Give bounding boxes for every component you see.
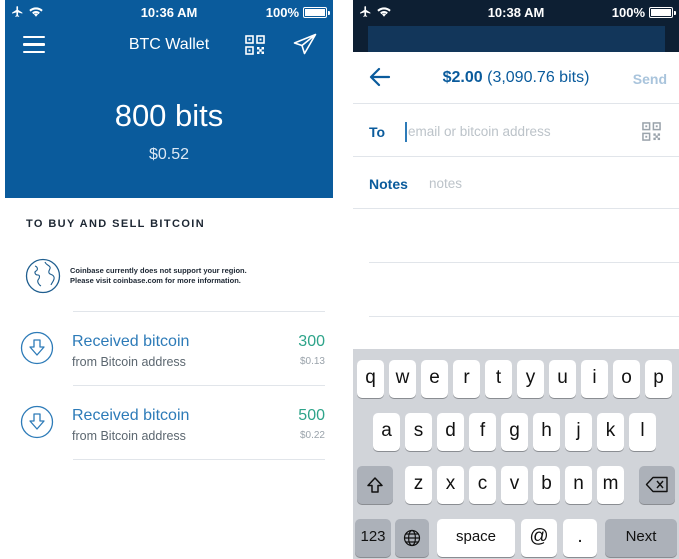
dot-key[interactable]: . [563,519,597,557]
text-cursor [405,122,407,142]
key-f[interactable]: f [469,413,496,451]
balance-bits: 800 bits [114,98,224,133]
qr-code-icon[interactable] [245,35,265,55]
region-notice-line2: Please visit coinbase.com for more infor… [70,276,241,285]
transaction-usd: $0.22 [299,430,325,441]
transaction-subtitle: from Bitcoin address [72,429,186,443]
key-z[interactable]: z [405,466,432,504]
divider [369,316,679,317]
key-j[interactable]: j [565,413,592,451]
key-a[interactable]: a [373,413,400,451]
keyboard-row-3: z x c v b n m [353,466,679,506]
keyboard: q w e r t y u i o p a s d f g h j k l z … [353,349,679,559]
key-p[interactable]: p [645,360,672,398]
key-n[interactable]: n [565,466,592,504]
space-key[interactable]: space [437,519,515,557]
to-address-input[interactable] [408,117,628,145]
battery-percent: 100% [265,5,299,20]
key-c[interactable]: c [469,466,496,504]
battery-icon [649,7,676,18]
background-bar [368,26,665,52]
send-header: $2.00 (3,090.76 bits) Send [353,52,679,104]
send-button[interactable]: Send [633,71,667,87]
key-e[interactable]: e [421,360,448,398]
key-s[interactable]: s [405,413,432,451]
key-u[interactable]: u [549,360,576,398]
transaction-amount: 300 [298,333,325,350]
globe-icon [403,529,421,547]
region-notice-text: Coinbase currently does not support your… [70,266,247,286]
divider [369,262,679,263]
backspace-icon [645,476,668,493]
transaction-title: Received bitcoin [72,333,190,350]
wallet-nav-bar: BTC Wallet [5,30,333,60]
divider [73,385,325,386]
region-notice: Coinbase currently does not support your… [25,258,325,296]
key-b[interactable]: b [533,466,560,504]
send-screen: 10:38 AM 100% $2.00 (3,090.76 bits) Send… [353,0,679,559]
key-x[interactable]: x [437,466,464,504]
shift-key[interactable] [357,466,393,504]
keyboard-row-4: 123 space @ . Next [353,519,679,559]
notes-input[interactable] [429,169,649,197]
key-d[interactable]: d [437,413,464,451]
key-h[interactable]: h [533,413,560,451]
region-notice-line1: Coinbase currently does not support your… [70,266,247,275]
qr-scan-icon[interactable] [642,122,661,141]
send-amount: $2.00 (3,090.76 bits) [353,69,679,87]
status-bar: 10:36 AM 100% [5,0,333,26]
divider [73,311,325,312]
battery-icon [303,7,330,18]
key-t[interactable]: t [485,360,512,398]
globe-key[interactable] [395,519,429,557]
receive-icon [20,405,54,439]
keyboard-row-2: a s d f g h j k l [353,413,679,453]
wallet-screen: 10:36 AM 100% BTC Wallet 800 bits $0.52 … [5,0,333,559]
balance-usd: $0.52 [148,146,190,163]
key-k[interactable]: k [597,413,624,451]
wallet-header: 10:36 AM 100% BTC Wallet 800 bits $0.52 [5,0,333,198]
wallet-title: BTC Wallet [128,36,210,53]
transaction-usd: $0.13 [299,356,325,367]
key-r[interactable]: r [453,360,480,398]
transaction-amount: 500 [298,407,325,424]
key-g[interactable]: g [501,413,528,451]
transaction-row[interactable]: Received bitcoin from Bitcoin address 50… [20,387,325,459]
key-y[interactable]: y [517,360,544,398]
shift-icon [367,477,383,493]
divider [73,459,325,460]
to-field-row: To [353,105,679,157]
receive-icon [20,331,54,365]
key-v[interactable]: v [501,466,528,504]
at-key[interactable]: @ [521,519,557,557]
battery-percent: 100% [611,5,645,20]
key-w[interactable]: w [389,360,416,398]
transaction-row[interactable]: Received bitcoin from Bitcoin address 30… [20,313,325,385]
buy-sell-heading: TO BUY AND SELL BITCOIN [26,218,206,230]
key-l[interactable]: l [629,413,656,451]
send-amount-usd: $2.00 [442,69,483,86]
notes-field-row: Notes [353,157,679,209]
top-bar: 10:38 AM 100% [353,0,679,52]
transaction-title: Received bitcoin [72,407,190,424]
keyboard-row-1: q w e r t y u i o p [353,360,679,400]
numbers-key[interactable]: 123 [355,519,391,557]
status-bar: 10:38 AM 100% [353,0,679,26]
next-key[interactable]: Next [605,519,677,557]
to-label: To [369,124,386,140]
key-q[interactable]: q [357,360,384,398]
delete-key[interactable] [639,466,675,504]
send-icon[interactable] [293,33,317,55]
key-m[interactable]: m [597,466,624,504]
globe-icon [25,258,61,294]
key-o[interactable]: o [613,360,640,398]
battery-status: 100% [265,5,330,20]
transaction-subtitle: from Bitcoin address [72,355,186,369]
battery-status: 100% [611,5,676,20]
send-amount-bits: (3,090.76 bits) [487,69,590,86]
key-i[interactable]: i [581,360,608,398]
notes-label: Notes [369,176,408,192]
